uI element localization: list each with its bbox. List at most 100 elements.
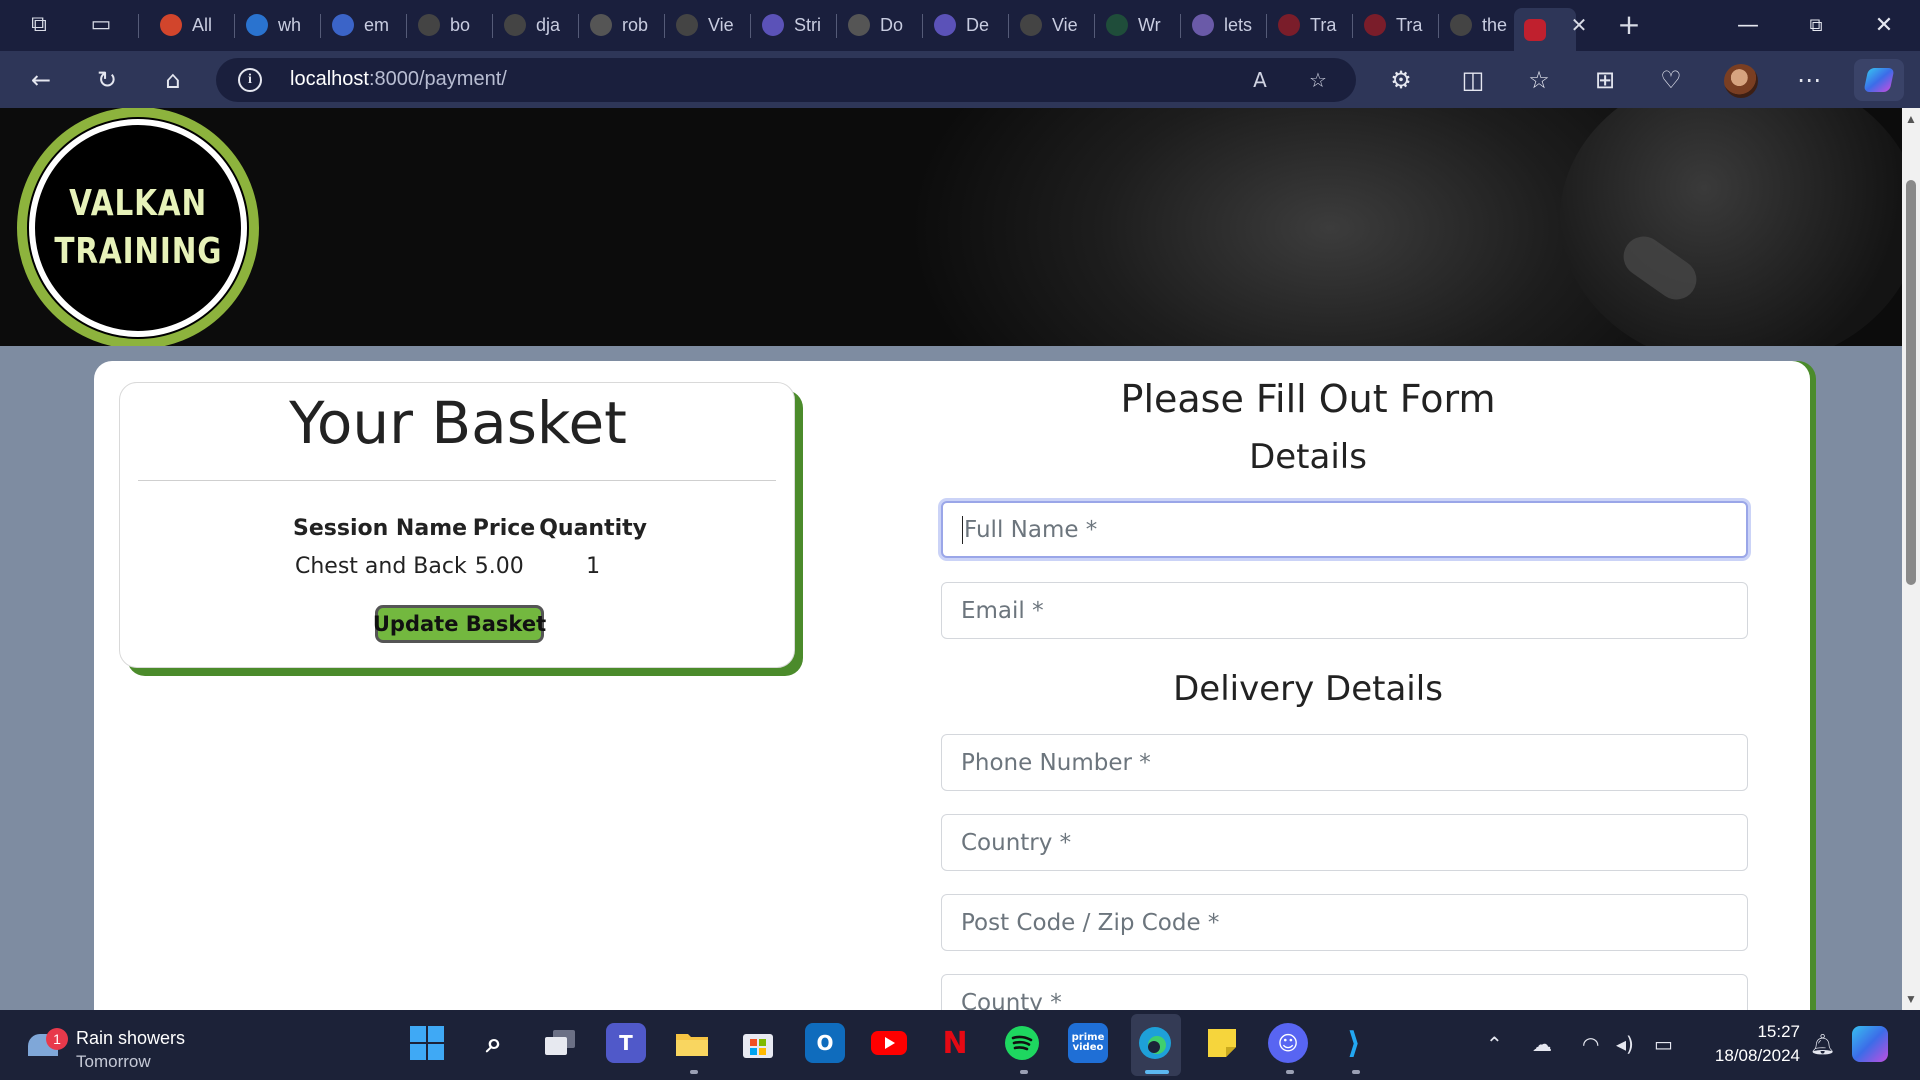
page-scrollbar[interactable]: ▲ ▼ xyxy=(1902,108,1920,1010)
browser-tab[interactable]: De xyxy=(924,8,1008,42)
file-explorer-icon[interactable] xyxy=(672,1023,712,1063)
tab-divider xyxy=(750,14,751,38)
notifications-bell-icon[interactable]: 🔔︎ xyxy=(1810,1032,1835,1056)
basket-table: Session Name Price Quantity Chest and Ba… xyxy=(291,509,649,585)
copilot-icon[interactable] xyxy=(1854,59,1904,101)
collections-icon[interactable]: ⊞ xyxy=(1586,61,1624,99)
browser-tab[interactable]: em xyxy=(322,8,406,42)
youtube-icon[interactable] xyxy=(869,1023,909,1063)
read-aloud-icon[interactable]: A xyxy=(1244,64,1276,96)
close-window-icon[interactable]: ✕ xyxy=(1864,6,1904,46)
browser-tab[interactable]: Vie xyxy=(666,8,750,42)
refresh-icon[interactable]: ↻ xyxy=(88,61,126,99)
tab-actions-icon[interactable]: ▭ xyxy=(86,10,116,40)
item-quantity: 1 xyxy=(586,553,601,579)
email-field[interactable]: Email * xyxy=(941,582,1748,639)
weather-widget[interactable]: 1 Rain showers Tomorrow xyxy=(24,1020,204,1071)
site-info-icon[interactable]: i xyxy=(238,68,262,92)
url-text[interactable]: localhost:8000/payment/ xyxy=(290,68,507,91)
back-icon[interactable]: ← xyxy=(22,61,60,99)
battery-icon[interactable]: ▭ xyxy=(1654,1032,1673,1056)
full-name-field[interactable]: Full Name * xyxy=(941,501,1748,558)
browser-tab[interactable]: rob xyxy=(580,8,664,42)
profile-avatar[interactable] xyxy=(1724,64,1758,98)
scroll-up-icon[interactable]: ▲ xyxy=(1905,112,1917,126)
tab-label: wh xyxy=(278,14,302,35)
site-logo[interactable]: VALKAN TRAINING xyxy=(17,108,259,346)
bing-icon xyxy=(246,14,268,36)
address-bar[interactable]: i localhost:8000/payment/ A ☆ xyxy=(216,58,1356,102)
browser-tab[interactable]: wh xyxy=(236,8,320,42)
vscode-icon[interactable]: ⟩ xyxy=(1334,1023,1374,1063)
onedrive-icon[interactable]: ☁ xyxy=(1532,1032,1552,1056)
scroll-thumb[interactable] xyxy=(1906,180,1916,585)
clock[interactable]: 15:27 18/08/2024 xyxy=(1690,1020,1800,1068)
browser-tab[interactable]: bo xyxy=(408,8,492,42)
new-tab-icon[interactable]: + xyxy=(1614,10,1644,40)
browser-tab[interactable]: Stri xyxy=(752,8,836,42)
phone-number-field[interactable]: Phone Number * xyxy=(941,734,1748,791)
site-icon xyxy=(1364,14,1386,36)
home-icon[interactable]: ⌂ xyxy=(154,61,192,99)
tab-divider xyxy=(234,14,235,38)
country-field[interactable]: Country * xyxy=(941,814,1748,871)
tab-divider xyxy=(836,14,837,38)
tab-label: All xyxy=(192,14,213,35)
form-title: Please Fill Out Form xyxy=(1120,377,1496,421)
wifi-icon[interactable]: ◠ xyxy=(1582,1032,1599,1056)
tab-label: Vie xyxy=(708,14,734,35)
browser-tab[interactable]: Do xyxy=(838,8,922,42)
tab-label: Stri xyxy=(794,14,821,35)
favorites-icon[interactable]: ☆ xyxy=(1520,61,1558,99)
browser-tab[interactable]: Wr xyxy=(1096,8,1180,42)
stripe-icon xyxy=(762,14,784,36)
checkout-card: Your Basket Session Name Price Quantity … xyxy=(94,361,1810,1010)
sticky-notes-icon[interactable] xyxy=(1202,1023,1242,1063)
windows-start-icon[interactable] xyxy=(407,1023,447,1063)
split-screen-icon[interactable]: ◫ xyxy=(1454,61,1492,99)
extensions-icon[interactable]: ⚙ xyxy=(1382,61,1420,99)
close-tab-icon[interactable]: ✕ xyxy=(1564,10,1594,40)
copilot-taskbar-icon[interactable] xyxy=(1852,1026,1888,1062)
netflix-icon[interactable]: N xyxy=(935,1023,975,1063)
browser-tab[interactable]: dja xyxy=(494,8,578,42)
browser-tab[interactable]: the xyxy=(1440,8,1524,42)
active-indicator xyxy=(1145,1070,1169,1074)
tab-divider xyxy=(1008,14,1009,38)
more-options-icon[interactable]: ⋯ xyxy=(1790,61,1828,99)
browser-tab[interactable]: lets xyxy=(1182,8,1266,42)
scroll-down-icon[interactable]: ▼ xyxy=(1905,992,1917,1006)
edge-browser-icon[interactable] xyxy=(1135,1023,1175,1063)
volume-icon[interactable]: ◂) xyxy=(1616,1032,1634,1056)
task-view-icon[interactable] xyxy=(540,1023,580,1063)
teams-icon[interactable]: T xyxy=(606,1023,646,1063)
show-hidden-icons-icon[interactable]: ⌃ xyxy=(1486,1032,1503,1056)
update-basket-button[interactable]: Update Basket xyxy=(373,605,546,643)
browser-essentials-icon[interactable]: ♡ xyxy=(1652,61,1690,99)
microsoft-store-icon[interactable] xyxy=(738,1023,778,1063)
browser-tab[interactable]: All xyxy=(150,8,234,42)
item-session-name: Chest and Back xyxy=(295,553,467,579)
basket-header-row: Session Name Price Quantity xyxy=(291,509,649,547)
outlook-icon[interactable]: O xyxy=(805,1023,845,1063)
browser-tab[interactable]: Tra xyxy=(1268,8,1352,42)
browser-tab-strip: ⧉ ▭ All wh em bo dja rob Vie Stri Do De Vie Wr lets T… xyxy=(0,0,1920,51)
full-name-placeholder: Full Name * xyxy=(964,516,1098,543)
tab-divider xyxy=(1266,14,1267,38)
discord-icon[interactable]: ☺ xyxy=(1268,1023,1308,1063)
browser-toolbar: ← ↻ ⌂ i localhost:8000/payment/ A ☆ ⚙ ◫ … xyxy=(0,51,1920,108)
github-icon xyxy=(676,14,698,36)
browser-tab[interactable]: Vie xyxy=(1010,8,1094,42)
search-icon[interactable]: ⌕ xyxy=(474,1023,514,1063)
restore-icon[interactable]: ⧉ xyxy=(1796,6,1836,46)
phone-placeholder: Phone Number * xyxy=(961,749,1151,776)
postcode-field[interactable]: Post Code / Zip Code * xyxy=(941,894,1748,951)
tab-divider xyxy=(138,14,139,38)
county-field[interactable]: County * xyxy=(941,974,1748,1010)
browser-tab[interactable]: Tra xyxy=(1354,8,1438,42)
prime-video-icon[interactable]: prime video xyxy=(1068,1023,1108,1063)
spotify-icon[interactable] xyxy=(1002,1023,1042,1063)
workspaces-icon[interactable]: ⧉ xyxy=(24,10,54,40)
favorite-star-icon[interactable]: ☆ xyxy=(1302,64,1334,96)
minimize-icon[interactable]: — xyxy=(1728,6,1768,46)
